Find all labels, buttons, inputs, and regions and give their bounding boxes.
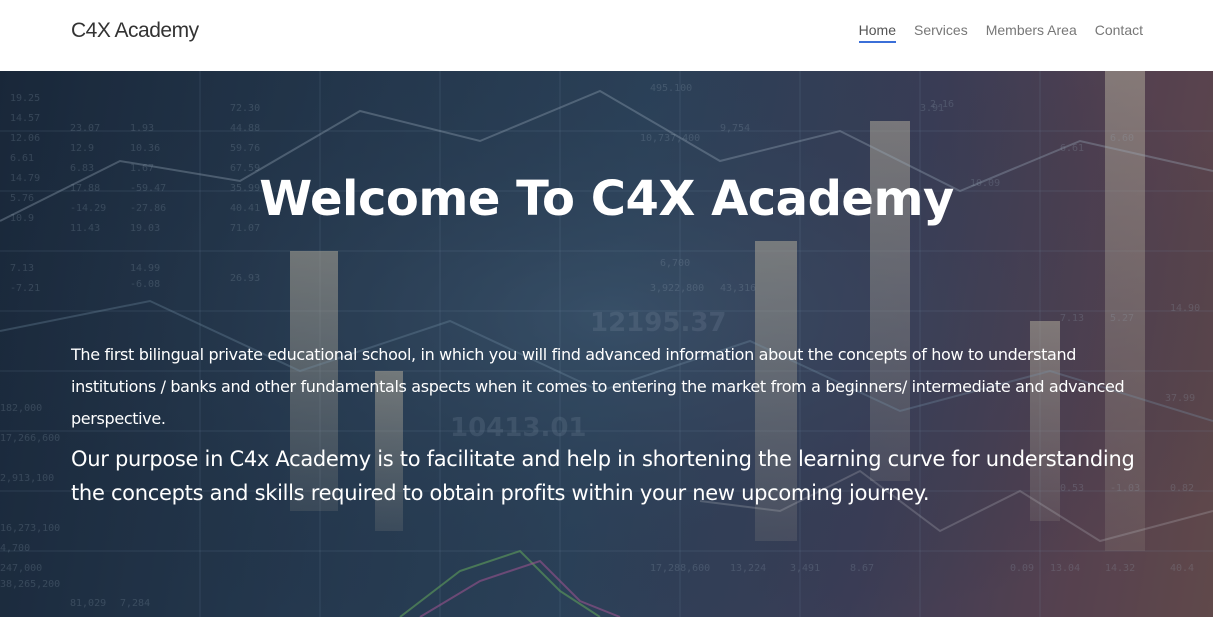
nav-link-home[interactable]: Home bbox=[858, 22, 897, 43]
hero-purpose: Our purpose in C4x Academy is to facilit… bbox=[71, 447, 1135, 505]
nav-menu: Home Services Members Area Contact bbox=[858, 22, 1143, 43]
navbar: C4X Academy Home Services Members Area C… bbox=[0, 0, 1213, 71]
hero-title: Welcome To C4X Academy bbox=[259, 171, 954, 227]
hero-section: 19.25 14.57 12.06 6.61 14.79 5.76 10.9 7.13 -7… bbox=[0, 71, 1213, 617]
nav-link-services[interactable]: Services bbox=[914, 22, 968, 43]
brand-logo[interactable]: C4X Academy bbox=[71, 19, 199, 43]
nav-link-members-area[interactable]: Members Area bbox=[986, 22, 1077, 43]
hero-description: The first bilingual private educational … bbox=[71, 345, 1125, 428]
nav-link-contact[interactable]: Contact bbox=[1095, 22, 1143, 43]
